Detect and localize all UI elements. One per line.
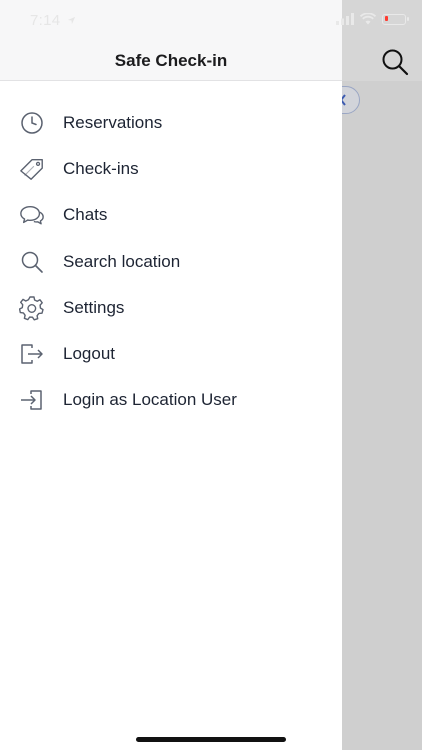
battery-level [384,16,388,21]
battery-icon [382,13,409,25]
status-bar: 7:14 [0,0,422,42]
menu-item-search-location[interactable]: Search location [0,239,342,285]
menu-item-check-ins[interactable]: Check-ins [0,146,342,192]
gear-icon [19,295,45,321]
navigation-drawer: Safe Check-in Reservations Check-ins Cha… [0,0,342,750]
menu-item-logout[interactable]: Logout [0,331,342,377]
background-search-icon[interactable] [380,47,410,77]
status-time: 7:14 [30,12,76,29]
menu-item-label: Login as Location User [63,390,237,410]
drawer-menu: Reservations Check-ins Chats Search loca… [0,100,342,423]
logout-icon [19,341,45,367]
tag-icon [19,156,45,182]
menu-item-label: Check-ins [63,159,139,179]
clock-icon [19,110,45,136]
menu-item-label: Search location [63,251,181,271]
menu-item-label: Logout [63,344,115,364]
menu-item-label: Reservations [63,113,163,133]
menu-item-chats[interactable]: Chats [0,192,342,238]
search-icon [19,249,45,275]
cellular-signal-icon [336,13,354,25]
menu-item-settings[interactable]: Settings [0,285,342,331]
location-arrow-icon [67,16,75,25]
menu-item-label: Settings [63,297,125,317]
menu-item-reservations[interactable]: Reservations [0,100,342,146]
login-icon [19,387,45,413]
menu-item-login-as-location-user[interactable]: Login as Location User [0,377,342,423]
menu-item-label: Chats [63,205,108,225]
status-indicators [336,13,409,25]
home-indicator[interactable] [136,737,286,742]
drawer-title: Safe Check-in [114,51,228,70]
status-time-text: 7:14 [30,12,61,29]
wifi-icon [360,13,376,25]
chat-bubbles-icon [19,202,45,228]
